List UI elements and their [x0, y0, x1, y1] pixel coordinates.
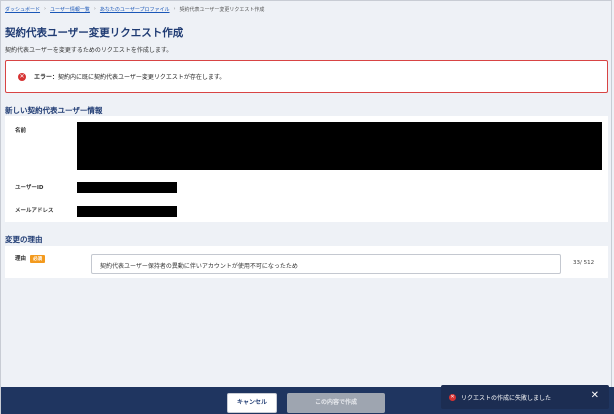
cancel-button[interactable]: キャンセル — [227, 393, 277, 413]
error-prefix: エラー： — [34, 74, 59, 81]
name-value-redacted — [77, 122, 602, 170]
breadcrumb-dashboard[interactable]: ダッシュボード — [5, 6, 40, 13]
required-badge: 必須 — [30, 255, 46, 263]
app-window: ダッシュボード › ユーザー情報一覧 › あなたのユーザープロファイル › 契約… — [0, 0, 614, 414]
breadcrumb: ダッシュボード › ユーザー情報一覧 › あなたのユーザープロファイル › 契約… — [5, 5, 264, 13]
error-text: 契約内に既に契約代表ユーザー変更リクエストが存在します。 — [58, 74, 226, 81]
reason-label: 理由 必須 — [15, 254, 46, 263]
user-section-title: 新しい契約代表ユーザー情報 — [5, 106, 103, 115]
reason-section-title: 変更の理由 — [5, 235, 43, 244]
user-id-label: ユーザーID — [15, 185, 44, 191]
page-title: 契約代表ユーザー変更リクエスト作成 — [5, 27, 184, 39]
user-id-value-redacted — [77, 182, 177, 193]
error-toast: ✕ リクエストの作成に失敗しました ✕ — [441, 385, 609, 409]
page-description: 契約代表ユーザーを変更するためのリクエストを作成します。 — [5, 47, 173, 54]
reason-label-text: 理由 — [15, 256, 27, 262]
breadcrumb-separator: › — [93, 6, 96, 12]
toast-error-icon: ✕ — [449, 393, 456, 401]
breadcrumb-current: 契約代表ユーザー変更リクエスト作成 — [179, 6, 265, 13]
breadcrumb-separator: › — [173, 6, 176, 12]
character-counter: 33/ 512 — [573, 260, 595, 266]
close-icon[interactable]: ✕ — [591, 390, 599, 402]
toast-message: リクエストの作成に失敗しました — [461, 394, 552, 402]
user-info-card: 名前 ユーザーID メールアドレス — [5, 116, 608, 222]
reason-input[interactable]: 契約代表ユーザー保持者の異動に伴いアカウントが使用不可になったため — [91, 254, 561, 274]
error-icon: ✕ — [18, 72, 26, 81]
email-label: メールアドレス — [15, 208, 54, 214]
reason-card: 理由 必須 契約代表ユーザー保持者の異動に伴いアカウントが使用不可になったため 3… — [5, 246, 608, 278]
error-message: エラー：契約内に既に契約代表ユーザー変更リクエストが存在します。 — [34, 72, 225, 81]
breadcrumb-separator: › — [44, 6, 47, 12]
create-button[interactable]: この内容で作成 — [287, 393, 385, 413]
name-label: 名前 — [15, 128, 27, 134]
breadcrumb-user-profile[interactable]: あなたのユーザープロファイル — [100, 6, 170, 13]
breadcrumb-user-list[interactable]: ユーザー情報一覧 — [50, 6, 90, 13]
email-value-redacted — [77, 206, 177, 217]
error-alert: ✕ エラー：契約内に既に契約代表ユーザー変更リクエストが存在します。 — [5, 60, 608, 93]
